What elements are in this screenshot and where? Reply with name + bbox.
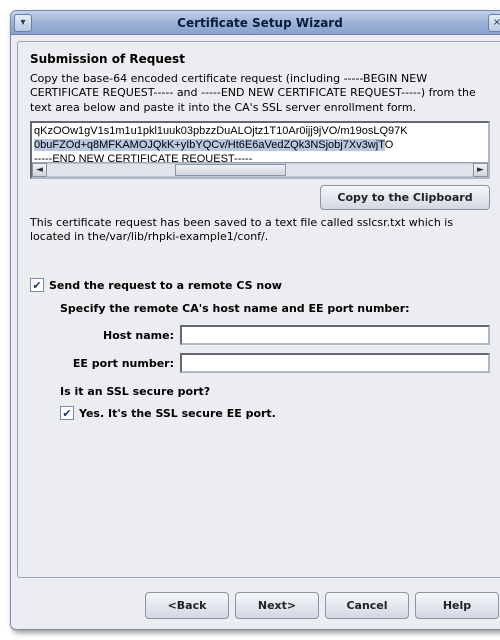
titlebar: ▾ Certificate Setup Wizard ×: [11, 11, 500, 35]
wizard-window: ▾ Certificate Setup Wizard × Submission …: [10, 10, 500, 630]
send-remote-label: Send the request to a remote CS now: [49, 279, 282, 292]
host-name-label: Host name:: [60, 329, 180, 342]
host-name-row: Host name:: [60, 325, 490, 345]
right-arrow-icon: ►: [477, 165, 484, 175]
back-button[interactable]: <Back: [145, 592, 229, 619]
certificate-text: qKzOOw1gV1s1m1u1pkl1uuk03pbzzDuALOjtz1T1…: [32, 123, 488, 167]
horizontal-scrollbar[interactable]: ◄ ►: [32, 162, 488, 177]
ssl-yes-row: ✔ Yes. It's the SSL secure EE port.: [60, 406, 490, 420]
left-arrow-icon: ◄: [36, 165, 43, 175]
scroll-right-button[interactable]: ►: [473, 163, 488, 177]
chevron-down-icon: ▾: [20, 17, 25, 28]
specify-remote-text: Specify the remote CA's host name and EE…: [60, 302, 490, 315]
send-remote-row: ✔ Send the request to a remote CS now: [30, 278, 490, 292]
copy-to-clipboard-button[interactable]: Copy to the Clipboard: [320, 185, 490, 210]
next-button[interactable]: Next>: [235, 592, 319, 619]
help-button[interactable]: Help: [415, 592, 499, 619]
saved-file-note: This certificate request has been saved …: [30, 216, 490, 245]
section-heading: Submission of Request: [30, 52, 490, 66]
check-icon: ✔: [32, 280, 41, 291]
ee-port-row: EE port number:: [60, 353, 490, 373]
wizard-button-bar: <Back Next> Cancel Help: [11, 584, 500, 629]
close-icon: ×: [493, 17, 500, 28]
content-panel: Submission of Request Copy the base-64 e…: [17, 41, 500, 578]
window-title: Certificate Setup Wizard: [32, 16, 488, 30]
instruction-text: Copy the base-64 encoded certificate req…: [30, 72, 490, 115]
ssl-question-text: Is it an SSL secure port?: [60, 385, 490, 398]
send-remote-checkbox[interactable]: ✔: [30, 278, 44, 292]
close-button[interactable]: ×: [488, 14, 500, 32]
ssl-yes-checkbox[interactable]: ✔: [60, 406, 74, 420]
ee-port-label: EE port number:: [60, 357, 180, 370]
scroll-thumb[interactable]: [175, 164, 286, 176]
host-name-input[interactable]: [180, 325, 490, 345]
certificate-request-textarea[interactable]: qKzOOw1gV1s1m1u1pkl1uuk03pbzzDuALOjtz1T1…: [30, 121, 490, 179]
selected-text: 0buFZOd+q8MFKAMOJQkK+yIbYQCv/Ht6E6aVedZQ…: [34, 139, 385, 151]
ee-port-input[interactable]: [180, 353, 490, 373]
cancel-button[interactable]: Cancel: [325, 592, 409, 619]
window-menu-button[interactable]: ▾: [14, 14, 32, 32]
check-icon: ✔: [62, 408, 71, 419]
scroll-track[interactable]: [47, 163, 473, 177]
ssl-yes-label: Yes. It's the SSL secure EE port.: [79, 407, 276, 420]
scroll-left-button[interactable]: ◄: [32, 163, 47, 177]
